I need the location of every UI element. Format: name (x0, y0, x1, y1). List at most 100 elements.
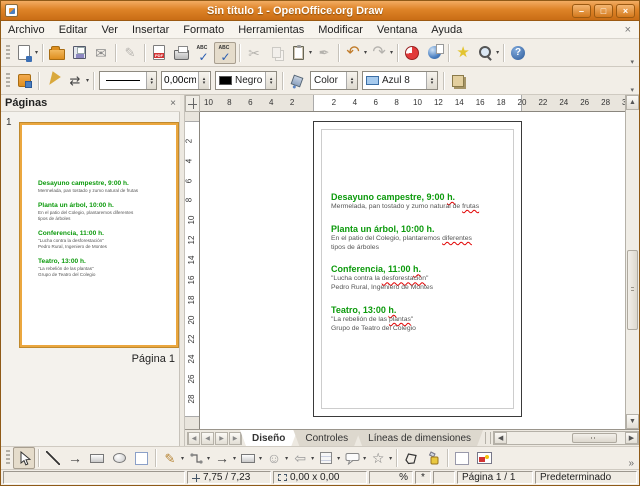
status-size-cell[interactable]: 0,00 x 0,00 (273, 471, 367, 484)
lines-arrows-icon[interactable]: → (211, 447, 233, 469)
zoom-icon[interactable] (474, 42, 496, 64)
scroll-right-icon[interactable]: ▶ (625, 432, 638, 444)
pages-panel-close-icon[interactable]: × (170, 98, 176, 109)
menu-ayuda[interactable]: Ayuda (424, 23, 469, 37)
menu-editar[interactable]: Editar (52, 23, 95, 37)
ruler-origin-button[interactable] (185, 95, 200, 112)
paste-dropdown-icon[interactable]: ▾ (309, 49, 312, 56)
print-icon[interactable] (170, 42, 192, 64)
scroll-up-icon[interactable]: ▲ (626, 95, 639, 110)
symbol-shapes-dropdown-icon[interactable]: ▾ (285, 455, 288, 462)
basic-shapes-dropdown-icon[interactable]: ▾ (259, 455, 262, 462)
menu-formato[interactable]: Formato (176, 23, 231, 37)
flowchart-dropdown-icon[interactable]: ▾ (337, 455, 340, 462)
area-dialog-icon[interactable] (286, 70, 308, 92)
drawing-canvas[interactable]: Desayuno campestre, 9:00 h.Mermelada, pa… (200, 112, 625, 429)
help-icon[interactable] (507, 42, 529, 64)
arrow-style-dropdown[interactable]: ▾ (86, 77, 89, 84)
save-icon[interactable] (68, 42, 90, 64)
spellcheck-icon[interactable] (192, 42, 214, 64)
drawing-toolbar-overflow-icon[interactable]: » (625, 458, 637, 469)
line-width-input[interactable] (162, 75, 198, 86)
line-color-spinner[interactable]: ▴▾ (265, 72, 276, 89)
minimize-button[interactable]: – (572, 4, 591, 18)
tab-controles[interactable]: Controles (293, 430, 360, 446)
flowchart-icon[interactable] (315, 447, 337, 469)
undo-icon[interactable]: ↶ (342, 42, 364, 64)
block-arrows-dropdown-icon[interactable]: ▾ (311, 455, 314, 462)
zoom-dropdown-icon[interactable]: ▾ (496, 49, 499, 56)
basic-shapes-icon[interactable] (237, 447, 259, 469)
maximize-button[interactable]: □ (594, 4, 613, 18)
next-layer-icon[interactable]: ▶ (215, 432, 228, 445)
arrow-style-icon[interactable]: ⇄ (64, 70, 86, 92)
fill-type-spinner[interactable]: ▴▾ (346, 72, 357, 89)
tab-scroll-splitter[interactable] (485, 432, 491, 444)
callouts-icon[interactable] (341, 447, 363, 469)
lines-arrows-dropdown-icon[interactable]: ▾ (233, 455, 236, 462)
paste-icon[interactable] (287, 42, 309, 64)
open-icon[interactable] (46, 42, 68, 64)
page-thumbnail[interactable]: Desayuno campestre, 9:00 h.Mermelada, pa… (20, 123, 178, 347)
first-layer-icon[interactable]: ◀ (187, 432, 200, 445)
symbol-shapes-icon[interactable]: ☺ (263, 447, 285, 469)
status-zoom-cell[interactable]: % (369, 471, 413, 484)
chart-icon[interactable] (401, 42, 423, 64)
connector-dropdown-icon[interactable]: ▾ (207, 455, 210, 462)
callouts-dropdown-icon[interactable]: ▾ (363, 455, 366, 462)
stars-icon[interactable]: ☆ (367, 447, 389, 469)
arrow-icon[interactable]: → (64, 447, 86, 469)
line-icon[interactable] (42, 447, 64, 469)
line-width-spinner[interactable]: ▴▾ (198, 72, 209, 89)
block-arrows-icon[interactable]: ⇦ (289, 447, 311, 469)
menu-ver[interactable]: Ver (94, 23, 125, 37)
line-style-spinner[interactable]: ▴▾ (146, 72, 156, 89)
fontwork-icon[interactable] (451, 447, 473, 469)
scroll-down-icon[interactable]: ▼ (626, 414, 639, 429)
points-icon[interactable] (400, 447, 422, 469)
navigator-icon[interactable] (423, 42, 445, 64)
new-document-icon[interactable] (13, 42, 35, 64)
fill-color-spinner[interactable]: ▴▾ (426, 72, 437, 89)
curve-dropdown-icon[interactable]: ▾ (181, 455, 184, 462)
email-icon[interactable]: ✉ (90, 42, 112, 64)
toolbar-overflow-icon[interactable]: ▾ (627, 58, 637, 66)
close-document-icon[interactable]: × (617, 24, 639, 36)
undo-dropdown-icon[interactable]: ▾ (364, 49, 367, 56)
line-width-field[interactable]: ▴▾ (161, 71, 211, 90)
close-button[interactable]: × (616, 4, 635, 18)
menu-ventana[interactable]: Ventana (370, 23, 424, 37)
fill-type-select[interactable]: Color ▴▾ (310, 71, 358, 90)
ellipse-icon[interactable] (108, 447, 130, 469)
page-text-content[interactable]: Desayuno campestre, 9:00 h.Mermelada, pa… (331, 192, 509, 346)
vertical-scrollbar[interactable]: ▲ ▼ (625, 95, 639, 429)
horizontal-scrollbar[interactable]: ◀ ▶ (493, 431, 639, 445)
rectangle-icon[interactable] (86, 447, 108, 469)
menu-archivo[interactable]: Archivo (1, 23, 52, 37)
gluepoints-icon[interactable] (422, 447, 444, 469)
last-layer-icon[interactable]: ▶ (229, 432, 242, 445)
line-dialog-icon[interactable] (42, 70, 64, 92)
horizontal-scrollbar-thumb[interactable] (572, 433, 617, 443)
vertical-ruler[interactable]: 246810121416182022242628 (185, 112, 200, 429)
fill-color-select[interactable]: Azul 8 ▴▾ (362, 71, 438, 90)
line-style-select[interactable]: ▴▾ (99, 71, 157, 90)
edit-points-icon[interactable] (13, 70, 35, 92)
select-icon[interactable] (13, 447, 35, 469)
toolbar-overflow-icon[interactable]: ▾ (627, 86, 637, 94)
toolbar-grip[interactable] (6, 45, 10, 61)
autospellcheck-icon[interactable] (214, 42, 236, 64)
document-page[interactable]: Desayuno campestre, 9:00 h.Mermelada, pa… (313, 121, 522, 417)
toolbar-grip[interactable] (6, 450, 10, 466)
new-document-dropdown-icon[interactable]: ▾ (35, 49, 38, 56)
vertical-scrollbar-thumb[interactable] (627, 250, 638, 330)
horizontal-ruler[interactable]: 10864224681012141618202224262830 (200, 95, 625, 112)
line-color-select[interactable]: Negro ▴▾ (215, 71, 277, 90)
redo-dropdown-icon[interactable]: ▾ (390, 49, 393, 56)
tab-li-neas-de-dimensiones[interactable]: Líneas de dimensiones (356, 430, 483, 446)
status-position-cell[interactable]: 7,75 / 7,23 (187, 471, 271, 484)
status-style-cell[interactable]: Predeterminado (535, 471, 637, 484)
picture-icon[interactable] (473, 447, 495, 469)
scroll-left-icon[interactable]: ◀ (494, 432, 507, 444)
status-page-cell[interactable]: Página 1 / 1 (457, 471, 533, 484)
